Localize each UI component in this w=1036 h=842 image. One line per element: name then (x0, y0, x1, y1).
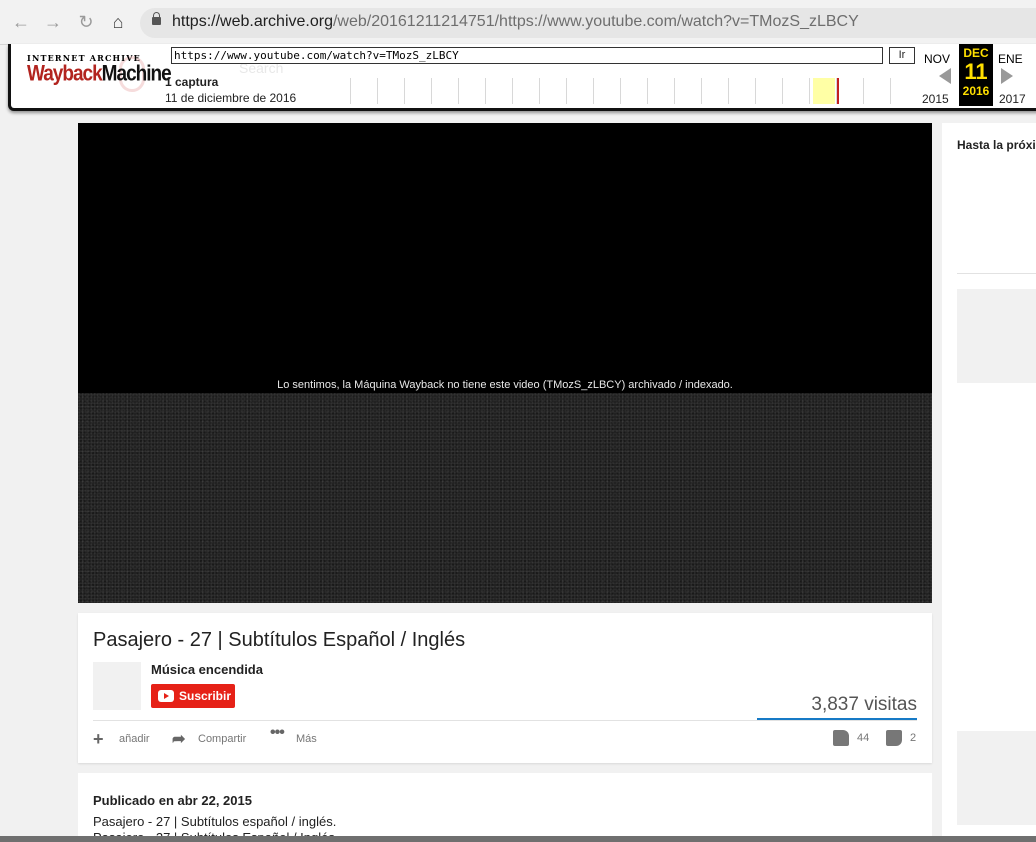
related-video-thumbnail[interactable] (957, 731, 1036, 825)
add-to-button[interactable]: + añadir (93, 729, 150, 749)
next-year-link[interactable]: 2017 (999, 92, 1026, 106)
sparkline-tick (809, 78, 810, 104)
prev-month-link[interactable]: NOV (924, 52, 950, 66)
description-card: Publicado en abr 22, 2015 Pasajero - 27 … (78, 773, 932, 842)
sidebar-divider (957, 273, 1036, 274)
home-icon[interactable]: ⌂ (107, 11, 129, 33)
sparkline-tick (890, 78, 891, 104)
sparkline-tick (350, 78, 351, 104)
sparkline-current-highlight (813, 78, 835, 104)
current-day: 11 (964, 59, 988, 84)
sparkline-tick (512, 78, 513, 104)
capture-date: 11 de diciembre de 2016 (165, 91, 297, 105)
sparkline-tick (755, 78, 756, 104)
current-year: 2016 (962, 84, 990, 98)
wayback-logo-red: Wayback (27, 62, 103, 87)
info-divider (93, 720, 917, 721)
sparkline-tick (539, 78, 540, 104)
wayback-go-button[interactable]: Ir (889, 47, 915, 64)
like-button[interactable]: 44 (833, 730, 869, 746)
subscribe-label: Suscribir (179, 689, 232, 703)
address-domain: https://web.archive.org (172, 13, 333, 30)
wayback-logo-black: Machine (101, 62, 172, 87)
sparkline-tick (647, 78, 648, 104)
back-arrow-icon[interactable]: ← (10, 11, 32, 33)
sparkline-tick (566, 78, 567, 104)
share-arrow-icon: ➦ (172, 731, 186, 748)
video-title: Pasajero - 27 | Subtítulos Español / Ing… (93, 629, 466, 651)
forward-arrow-icon[interactable]: → (42, 11, 64, 33)
capture-sparkline[interactable] (323, 78, 913, 106)
share-label: Compartir (198, 733, 247, 745)
view-count: 3,837 visitas (811, 694, 917, 715)
address-path: /web/20161211214751/https://www.youtube.… (332, 13, 859, 30)
more-button[interactable]: ••• Más (270, 724, 317, 745)
view-count-bar (757, 718, 917, 720)
lock-icon (152, 12, 161, 25)
sparkline-tick (458, 78, 459, 104)
video-info-card: Pasajero - 27 | Subtítulos Español / Ing… (78, 613, 932, 763)
sparkline-tick (620, 78, 621, 104)
youtube-play-icon (158, 690, 174, 702)
reload-icon[interactable]: ↻ (75, 11, 97, 33)
related-sidebar: Hasta la próxima (942, 123, 1036, 842)
add-label: añadir (119, 733, 150, 745)
player-error-message: Lo sentimos, la Máquina Wayback no tiene… (277, 379, 733, 391)
share-button[interactable]: ➦ Compartir (172, 731, 247, 748)
sparkline-tick (728, 78, 729, 104)
address-url: https://web.archive.org/web/201612112147… (172, 13, 859, 31)
sparkline-tick (485, 78, 486, 104)
address-bar[interactable]: https://web.archive.org/web/201612112147… (140, 8, 1036, 38)
sparkline-tick (863, 78, 864, 104)
wayback-toolbar: Search INTERNET ARCHIVE WaybackMachine h… (8, 44, 1036, 111)
capture-count-link[interactable]: 1 captura (165, 75, 218, 89)
prev-capture-arrow-icon[interactable] (939, 68, 951, 84)
up-next-heading: Hasta la próxima (957, 138, 1036, 152)
like-count: 44 (857, 731, 870, 744)
sparkline-tick (593, 78, 594, 104)
next-month-link[interactable]: ENE (998, 52, 1023, 66)
sparkline-tick (701, 78, 702, 104)
next-capture-arrow-icon[interactable] (1001, 68, 1013, 84)
wayback-url-input[interactable]: https://www.youtube.com/watch?v=TMozS_zL… (171, 47, 883, 64)
dislike-count: 2 (910, 731, 917, 744)
description-line: Pasajero - 27 | Subtítulos español / ing… (93, 814, 337, 829)
thumbs-up-icon (833, 730, 849, 746)
sparkline-tick (674, 78, 675, 104)
sparkline-tick (431, 78, 432, 104)
video-player[interactable]: Lo sentimos, la Máquina Wayback no tiene… (78, 123, 932, 603)
related-video-thumbnail[interactable] (957, 289, 1036, 383)
wayback-logo[interactable]: WaybackMachine (27, 62, 172, 87)
sparkline-tick (404, 78, 405, 104)
page-background-strip (0, 836, 1036, 842)
subscribe-button[interactable]: Suscribir (151, 684, 235, 708)
player-static-noise (78, 393, 932, 603)
more-dots-icon: ••• (270, 724, 285, 741)
current-month: DEC (963, 46, 989, 60)
sparkline-capture-mark[interactable] (837, 78, 839, 104)
plus-icon: + (93, 729, 104, 749)
browser-toolbar: ← → ↻ ⌂ https://web.archive.org/web/2016… (0, 0, 1036, 45)
channel-avatar[interactable] (93, 662, 141, 710)
dislike-button[interactable]: 2 (886, 730, 916, 746)
channel-name-link[interactable]: Música encendida (151, 662, 263, 677)
prev-year-link[interactable]: 2015 (922, 92, 949, 106)
current-capture-date: DEC 11 2016 (959, 44, 993, 106)
thumbs-down-icon (886, 730, 902, 746)
sparkline-tick (782, 78, 783, 104)
sparkline-tick (377, 78, 378, 104)
publish-date: Publicado en abr 22, 2015 (93, 793, 252, 808)
more-label: Más (296, 733, 317, 745)
